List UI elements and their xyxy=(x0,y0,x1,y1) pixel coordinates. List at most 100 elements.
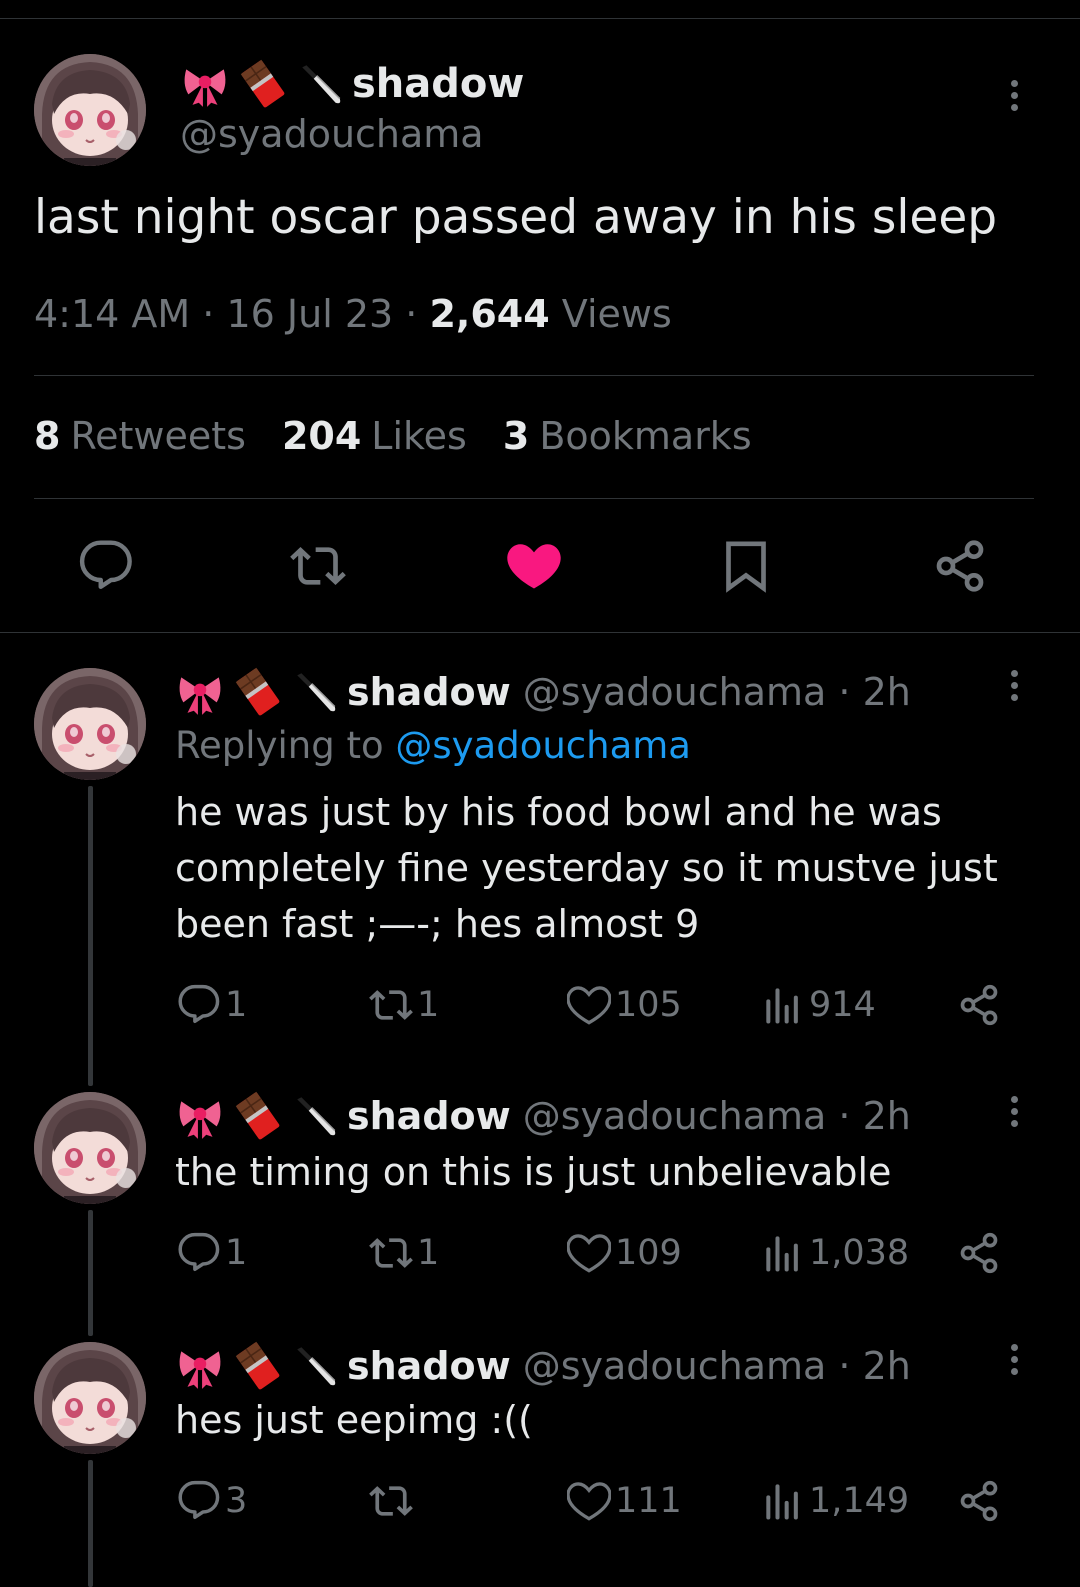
retweets-stat[interactable]: 8 Retweets xyxy=(34,414,246,458)
reply-text: hes just eepimg :(( xyxy=(175,1392,533,1448)
views-button[interactable]: 1,149 xyxy=(761,1476,909,1526)
reply-icon xyxy=(177,1231,221,1275)
avatar-image xyxy=(34,1092,146,1204)
avatar-image xyxy=(34,1342,146,1454)
share-icon xyxy=(957,1479,1001,1523)
views-icon xyxy=(761,1231,805,1275)
views-button[interactable]: 914 xyxy=(761,980,876,1030)
like-button[interactable]: 109 xyxy=(567,1228,682,1278)
ribbon-emoji xyxy=(175,667,225,717)
reply-icon xyxy=(78,538,134,594)
avatar[interactable] xyxy=(34,668,146,780)
knife-emoji xyxy=(291,1091,341,1141)
retweet-icon xyxy=(369,983,413,1027)
views-icon xyxy=(761,983,805,1027)
divider xyxy=(34,375,1034,376)
retweet-icon xyxy=(369,1479,413,1523)
share-button[interactable] xyxy=(932,538,988,594)
more-icon[interactable] xyxy=(1008,1344,1020,1380)
reply-count: 1 xyxy=(225,985,248,1025)
retweet-button[interactable]: 1 xyxy=(369,980,439,1030)
bookmarks-stat[interactable]: 3 Bookmarks xyxy=(503,414,752,458)
views-button[interactable]: 1,038 xyxy=(761,1228,909,1278)
views-count: 2,644 xyxy=(429,292,550,336)
handle-time: @syadouchama · 2h xyxy=(522,1094,911,1138)
like-button[interactable]: 111 xyxy=(567,1476,682,1526)
reply-count: 3 xyxy=(225,1481,248,1521)
more-icon[interactable] xyxy=(1008,80,1020,116)
like-count: 109 xyxy=(615,1233,682,1273)
view-count: 1,038 xyxy=(809,1233,910,1273)
replying-prefix: Replying to xyxy=(175,724,384,767)
share-icon xyxy=(957,983,1001,1027)
retweet-count: 1 xyxy=(417,985,440,1025)
bookmark-icon xyxy=(718,538,774,594)
display-name: shadow xyxy=(352,61,525,107)
reply-button[interactable]: 3 xyxy=(177,1476,247,1526)
meta-separator: · xyxy=(405,292,418,336)
likes-stat[interactable]: 204 Likes xyxy=(282,414,467,458)
divider xyxy=(34,498,1034,499)
avatar[interactable] xyxy=(34,1092,146,1204)
tweet-meta: 4:14 AM · 16 Jul 23 · 2,644 Views xyxy=(34,292,672,336)
meta-separator: · xyxy=(202,292,215,336)
share-icon xyxy=(957,1231,1001,1275)
like-count: 105 xyxy=(615,985,682,1025)
reply-actions: 1 1 109 1,038 xyxy=(175,1228,1005,1278)
thread-line xyxy=(88,1460,93,1587)
like-count: 111 xyxy=(615,1481,682,1521)
more-icon[interactable] xyxy=(1008,1096,1020,1132)
heart-icon xyxy=(567,983,611,1027)
tweet-stats: 8 Retweets 204 Likes 3 Bookmarks xyxy=(34,414,752,458)
author-name-row[interactable]: shadow xyxy=(180,60,524,108)
reply-header[interactable]: shadow @syadouchama · 2h xyxy=(175,1090,911,1142)
knife-emoji xyxy=(291,667,341,717)
retweet-button[interactable]: 1 xyxy=(369,1228,439,1278)
retweet-button[interactable] xyxy=(369,1476,417,1526)
more-icon[interactable] xyxy=(1008,670,1020,706)
avatar[interactable] xyxy=(34,54,146,166)
bookmark-button[interactable] xyxy=(718,538,774,594)
view-count: 914 xyxy=(809,985,876,1025)
knife-emoji xyxy=(291,1341,341,1391)
chocolate-emoji xyxy=(233,1341,283,1391)
reply-button[interactable]: 1 xyxy=(177,980,247,1030)
reply-button[interactable]: 1 xyxy=(177,1228,247,1278)
reply-text: the timing on this is just unbelievable xyxy=(175,1144,891,1200)
like-button[interactable]: 105 xyxy=(567,980,682,1030)
views-icon xyxy=(761,1479,805,1523)
replying-to: Replying to @syadouchama xyxy=(175,724,691,767)
display-name: shadow xyxy=(347,670,511,714)
reply-header[interactable]: shadow @syadouchama · 2h xyxy=(175,1340,911,1392)
display-name: shadow xyxy=(347,1094,511,1138)
replying-to-link[interactable]: @syadouchama xyxy=(395,724,691,767)
view-count: 1,149 xyxy=(809,1481,910,1521)
avatar[interactable] xyxy=(34,1342,146,1454)
reply-icon xyxy=(177,1479,221,1523)
ribbon-emoji xyxy=(175,1091,225,1141)
reply-text-line: the timing on this is just unbelievable xyxy=(175,1150,892,1194)
reply-text: he was just by his food bowl and he was … xyxy=(175,784,998,952)
reply-text-line: been fast ;—-; hes almost 9 xyxy=(175,902,700,946)
reply-button[interactable] xyxy=(78,538,134,594)
avatar-image xyxy=(34,668,146,780)
retweet-button[interactable] xyxy=(290,538,346,594)
user-handle[interactable]: @syadouchama xyxy=(180,112,484,156)
chocolate-emoji xyxy=(238,59,288,109)
views-label: Views xyxy=(561,292,672,336)
reply-text-line: hes just eepimg :(( xyxy=(175,1398,533,1442)
heart-icon xyxy=(567,1231,611,1275)
knife-emoji xyxy=(296,59,346,109)
share-button[interactable] xyxy=(957,1228,1001,1278)
share-button[interactable] xyxy=(957,1476,1001,1526)
thread-line xyxy=(88,786,93,1086)
avatar-image xyxy=(34,54,146,166)
like-button[interactable] xyxy=(506,538,562,594)
tweet-time[interactable]: 4:14 AM xyxy=(34,292,190,336)
reply-icon xyxy=(177,983,221,1027)
handle-time: @syadouchama · 2h xyxy=(522,1344,911,1388)
share-button[interactable] xyxy=(957,980,1001,1030)
ribbon-emoji xyxy=(180,59,230,109)
reply-header[interactable]: shadow @syadouchama · 2h xyxy=(175,666,911,718)
tweet-date[interactable]: 16 Jul 23 xyxy=(226,292,393,336)
